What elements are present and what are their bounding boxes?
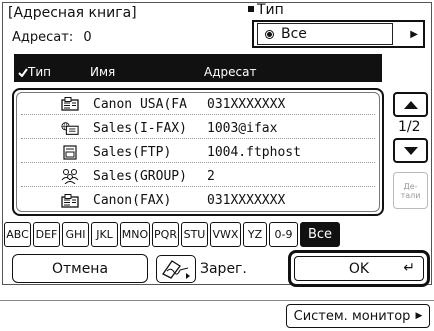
fax-icon <box>61 193 79 209</box>
system-monitor-button[interactable]: Систем. монитор ▶ <box>286 304 430 328</box>
row-address: 031XXXXXXX <box>207 193 286 208</box>
list-item[interactable]: Canon USA(FA 031XXXXXXX <box>21 94 375 115</box>
ok-label: OK <box>348 260 370 277</box>
tab-def[interactable]: DEF <box>33 222 60 247</box>
list-item[interactable]: Sales(I-FAX) 1003@ifax <box>21 118 375 139</box>
row-name: Sales(FTP) <box>93 144 172 160</box>
header-type[interactable]: Тип <box>18 65 51 79</box>
triangle-right-icon: ▶ <box>415 311 423 321</box>
destination-label: Адресат: <box>12 30 74 45</box>
page-indicator: 1/2 <box>398 119 421 135</box>
list-item[interactable]: Sales(GROUP) 2 <box>21 166 375 187</box>
type-marker-icon <box>248 6 254 12</box>
ok-button[interactable]: OK ↵ <box>294 256 424 281</box>
row-name: Canon USA(FA <box>93 96 187 112</box>
window-title: [Адресная книга] <box>8 5 137 21</box>
destination-count-value: 0 <box>83 30 92 45</box>
header-address[interactable]: Адресат <box>204 65 256 79</box>
destination-count: Адресат: 0 <box>12 30 98 45</box>
type-value[interactable]: Все <box>257 23 393 45</box>
tab-abc[interactable]: ABC <box>4 222 31 247</box>
type-dropdown[interactable]: Все ▶ <box>252 20 425 48</box>
enter-icon: ↵ <box>403 260 415 276</box>
fax-icon <box>61 96 79 112</box>
tab-vwx[interactable]: VWX <box>210 222 241 247</box>
row-address: 2 <box>207 168 215 184</box>
triangle-up-icon <box>403 100 418 109</box>
details-label-1: Де- <box>403 181 418 191</box>
list-header: Тип Имя Адресат <box>14 54 382 82</box>
type-label: Тип <box>248 2 284 18</box>
tab-ghi[interactable]: GHI <box>62 222 89 247</box>
cancel-button[interactable]: Отмена <box>12 254 148 283</box>
register-button[interactable]: Зарег. <box>156 254 286 283</box>
type-value-text: Все <box>281 26 307 42</box>
radio-dot-icon <box>266 30 273 38</box>
address-list-inner: Canon USA(FA 031XXXXXXX Sales(I-FAX) 100… <box>16 92 380 212</box>
scroll-up-button[interactable] <box>393 92 428 117</box>
register-icon <box>156 254 196 283</box>
check-icon <box>18 68 28 78</box>
tab-yz[interactable]: YZ <box>243 222 267 247</box>
tab-stu[interactable]: STU <box>181 222 208 247</box>
list-item[interactable]: Canon(FAX) 031XXXXXXX <box>21 190 375 211</box>
divider <box>0 300 434 301</box>
list-item[interactable]: Sales(FTP) 1004.ftphost <box>21 142 375 163</box>
row-name: Sales(I-FAX) <box>93 120 187 136</box>
ok-highlight-frame: OK ↵ <box>288 250 430 287</box>
row-address: 1003@ifax <box>207 120 278 136</box>
group-icon <box>61 168 79 184</box>
header-name[interactable]: Имя <box>90 65 115 79</box>
scroll-down-button[interactable] <box>393 138 428 163</box>
register-label: Зарег. <box>200 260 247 277</box>
tab-all[interactable]: Все <box>300 222 340 247</box>
triangle-down-icon <box>403 146 418 155</box>
system-monitor-label: Систем. монитор <box>293 308 411 324</box>
row-address: 031XXXXXXX <box>207 96 286 112</box>
index-tabs: ABC DEF GHI JKL MNO PQR STU VWX YZ 0-9 В… <box>4 222 342 247</box>
row-name: Sales(GROUP) <box>93 168 187 184</box>
tab-mno[interactable]: MNO <box>120 222 150 247</box>
tab-pqr[interactable]: PQR <box>152 222 179 247</box>
address-list: Canon USA(FA 031XXXXXXX Sales(I-FAX) 100… <box>12 88 384 216</box>
ifax-icon <box>61 120 79 136</box>
address-book-panel: [Адресная книга] Адресат: 0 Тип Все ▶ Ти… <box>0 0 434 331</box>
tab-jkl[interactable]: JKL <box>91 222 118 247</box>
details-button[interactable]: Де- тали <box>393 172 428 209</box>
triangle-right-icon: ▶ <box>410 28 418 40</box>
ftp-icon <box>61 144 79 160</box>
row-address: 1004.ftphost <box>207 144 301 160</box>
details-label-2: тали <box>400 190 421 200</box>
tab-0-9[interactable]: 0-9 <box>269 222 298 247</box>
row-name: Canon(FAX) <box>93 193 172 208</box>
